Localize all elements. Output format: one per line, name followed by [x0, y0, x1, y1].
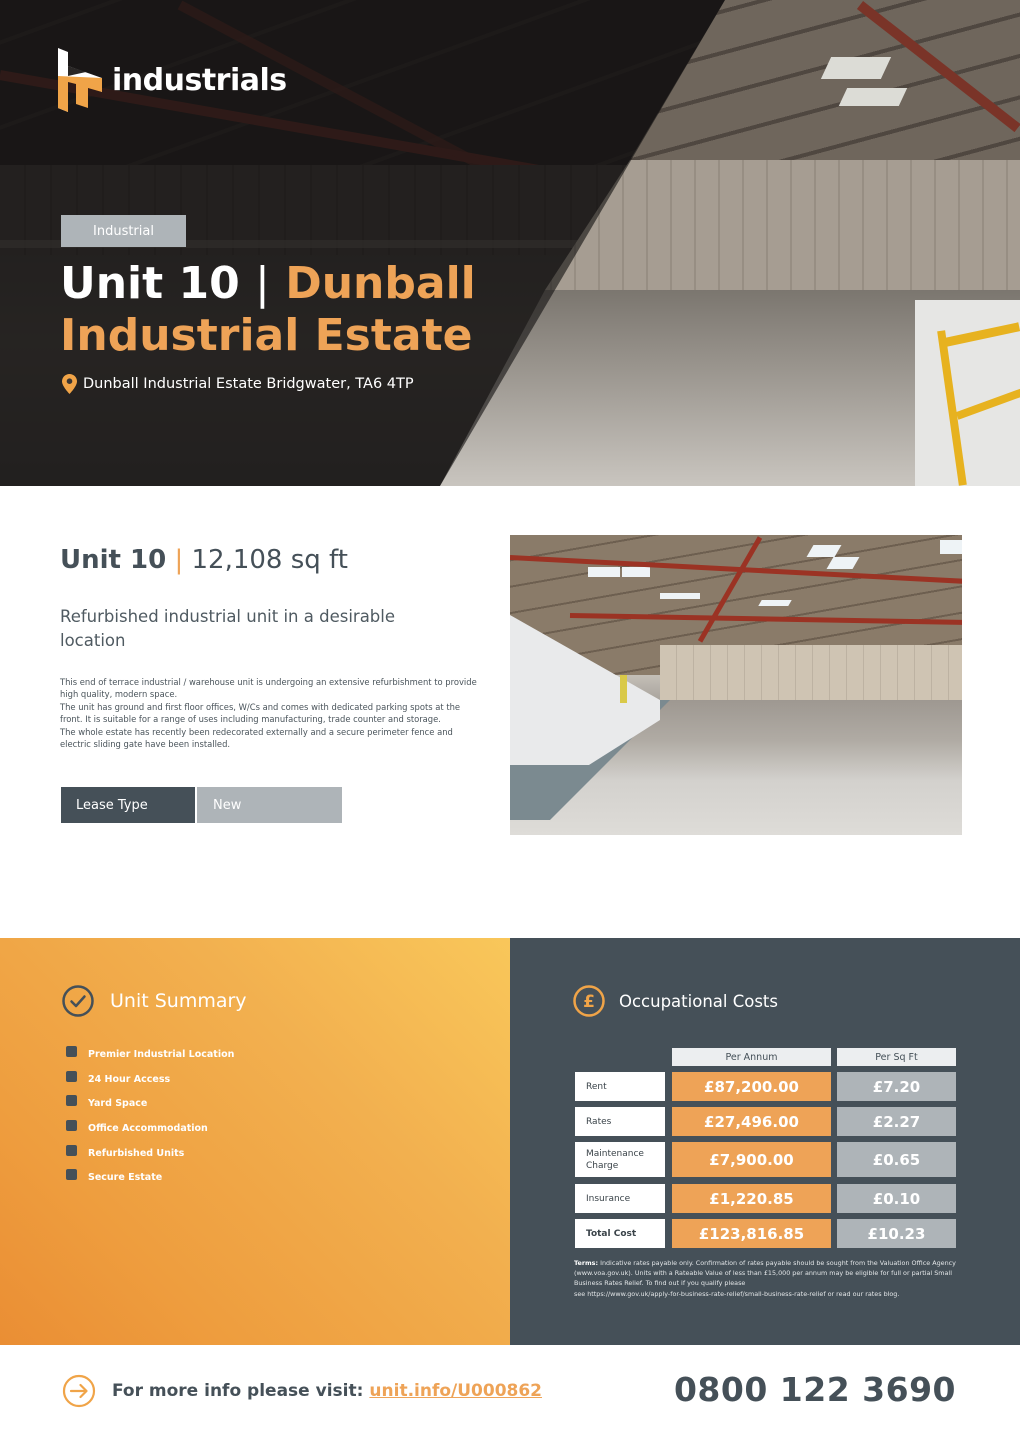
per-annum-value: £7,900.00: [672, 1142, 831, 1177]
per-annum-value: £123,816.85: [672, 1219, 831, 1248]
square-bullet-icon: [66, 1070, 77, 1082]
terms-note: Terms: Indicative rates payable only. Co…: [574, 1258, 964, 1299]
terms-text: Indicative rates payable only. Confirmat…: [574, 1259, 956, 1288]
per-sq-ft-value: £2.27: [837, 1107, 956, 1136]
unit-description: This end of terrace industrial / warehou…: [60, 676, 480, 750]
unit-summary-list: Premier Industrial Location 24 Hour Acce…: [66, 1042, 234, 1190]
summary-item: Premier Industrial Location: [66, 1042, 234, 1067]
row-label: Rates: [575, 1107, 665, 1136]
pound-circle-icon: £: [573, 985, 605, 1017]
photo-back-wall: [660, 645, 962, 705]
square-bullet-icon: [66, 1169, 77, 1181]
row-label: Insurance: [575, 1184, 665, 1213]
summary-item: 24 Hour Access: [66, 1067, 234, 1092]
logo-wordmark: industrials: [112, 62, 287, 98]
photo-skylight: [660, 593, 700, 599]
photo-skylight: [940, 540, 962, 554]
hero-photo-skylight: [838, 88, 908, 106]
title-separator: |: [255, 258, 270, 309]
terms-label: Terms:: [574, 1259, 599, 1267]
photo-skylight: [588, 567, 620, 577]
per-annum-value: £87,200.00: [672, 1072, 831, 1101]
photo-door: [620, 675, 627, 703]
logo-mark-icon: [58, 48, 102, 112]
unit-summary-title: Unit Summary: [110, 990, 247, 1012]
address: Dunball Industrial Estate Bridgwater, TA…: [62, 374, 414, 394]
lease-type-label: Lease Type: [61, 787, 195, 823]
unit-size: 12,108 sq ft: [191, 545, 348, 575]
summary-item-label: Refurbished Units: [88, 1147, 185, 1159]
summary-item: Office Accommodation: [66, 1116, 234, 1141]
row-label: Total Cost: [575, 1219, 665, 1248]
unit-heading: Unit 10 | 12,108 sq ft: [60, 545, 348, 575]
square-bullet-icon: [66, 1045, 77, 1057]
summary-item: Refurbished Units: [66, 1141, 234, 1166]
brand-logo[interactable]: industrials: [58, 48, 287, 112]
description-paragraph: The whole estate has recently been redec…: [60, 726, 453, 750]
terms-text-link: see https://www.gov.uk/apply-for-busines…: [574, 1289, 900, 1298]
square-bullet-icon: [66, 1144, 77, 1156]
more-info-text: For more info please visit:: [112, 1381, 364, 1401]
summary-item: Secure Estate: [66, 1165, 234, 1190]
location-pin-icon: [62, 374, 77, 394]
column-header-per-sq-ft: Per Sq Ft: [837, 1048, 956, 1066]
phone-number[interactable]: 0800 122 3690: [674, 1370, 956, 1409]
title-unit: Unit 10: [60, 258, 240, 309]
more-info: For more info please visit: unit.info/U0…: [62, 1374, 542, 1408]
unit-name: Unit 10: [60, 545, 167, 575]
square-bullet-icon: [66, 1119, 77, 1131]
per-annum-value: £1,220.85: [672, 1184, 831, 1213]
lease-type-table: Lease Type New: [61, 787, 342, 823]
summary-item-label: Secure Estate: [88, 1172, 163, 1184]
summary-item-label: 24 Hour Access: [88, 1073, 171, 1085]
row-label: Maintenance Charge: [575, 1142, 665, 1177]
hero-photo-skylight: [820, 57, 892, 79]
summary-item: Yard Space: [66, 1091, 234, 1116]
lease-type-value: New: [197, 787, 342, 823]
more-info-link[interactable]: unit.info/U000862: [369, 1381, 542, 1401]
description-paragraph: The unit has ground and first floor offi…: [60, 701, 461, 725]
per-sq-ft-value: £0.10: [837, 1184, 956, 1213]
photo-skylight: [758, 600, 792, 606]
arrow-right-circle-icon: [62, 1374, 96, 1408]
column-header-per-annum: Per Annum: [672, 1048, 831, 1066]
occupational-costs-header: £ Occupational Costs: [573, 985, 778, 1017]
unit-photo: [510, 535, 962, 835]
row-label: Rent: [575, 1072, 665, 1101]
category-badge: Industrial: [61, 215, 186, 247]
summary-item-label: Yard Space: [88, 1098, 148, 1110]
occupational-costs-title: Occupational Costs: [619, 991, 778, 1011]
page-title: Unit 10 | Dunball Industrial Estate: [60, 258, 700, 362]
per-sq-ft-value: £0.65: [837, 1142, 956, 1177]
per-sq-ft-value: £7.20: [837, 1072, 956, 1101]
per-sq-ft-value: £10.23: [837, 1219, 956, 1248]
square-bullet-icon: [66, 1095, 77, 1107]
check-circle-icon: [62, 985, 94, 1017]
unit-separator: |: [174, 545, 184, 575]
summary-item-label: Premier Industrial Location: [88, 1048, 235, 1060]
per-annum-value: £27,496.00: [672, 1107, 831, 1136]
unit-summary-header: Unit Summary: [62, 985, 247, 1017]
svg-text:£: £: [583, 992, 595, 1012]
summary-item-label: Office Accommodation: [88, 1122, 208, 1134]
address-text: Dunball Industrial Estate Bridgwater, TA…: [83, 376, 414, 392]
unit-subtitle: Refurbished industrial unit in a desirab…: [60, 607, 396, 650]
photo-skylight: [622, 567, 650, 577]
description-paragraph: This end of terrace industrial / warehou…: [60, 677, 477, 700]
